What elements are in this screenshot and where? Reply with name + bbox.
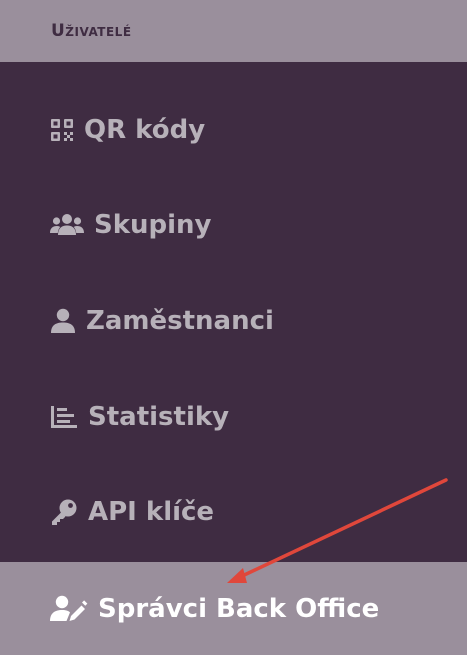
sidebar-item-label: API klíče — [88, 497, 215, 527]
sidebar-item-api-keys[interactable]: API klíče — [0, 482, 467, 542]
sidebar-item-groups[interactable]: Skupiny — [0, 195, 467, 255]
sidebar-item-label: Zaměstnanci — [86, 306, 274, 336]
bar-list-icon — [50, 405, 78, 429]
user-edit-icon — [50, 595, 88, 623]
user-icon — [50, 308, 76, 334]
sidebar-item-employees[interactable]: Zaměstnanci — [0, 291, 467, 351]
sidebar-item-label: QR kódy — [84, 115, 206, 145]
qr-code-icon — [50, 118, 74, 142]
sidebar-item-qr-codes[interactable]: QR kódy — [0, 100, 467, 160]
section-title: Uživatelé — [51, 21, 132, 41]
key-icon — [50, 498, 78, 526]
sidebar-menu: QR kódy Skupiny Zaměstnanci Statistiky A… — [0, 62, 467, 562]
users-group-icon — [50, 213, 84, 237]
sidebar-item-label: Statistiky — [88, 402, 230, 432]
sidebar-item-label: Správci Back Office — [98, 593, 380, 624]
sidebar-item-back-office-admins[interactable]: Správci Back Office — [0, 562, 467, 655]
sidebar-item-statistics[interactable]: Statistiky — [0, 387, 467, 447]
sidebar-item-label: Skupiny — [94, 210, 212, 240]
sidebar: Uživatelé QR kódy Skupiny Zaměstnanci St… — [0, 0, 467, 655]
section-header: Uživatelé — [0, 0, 467, 62]
